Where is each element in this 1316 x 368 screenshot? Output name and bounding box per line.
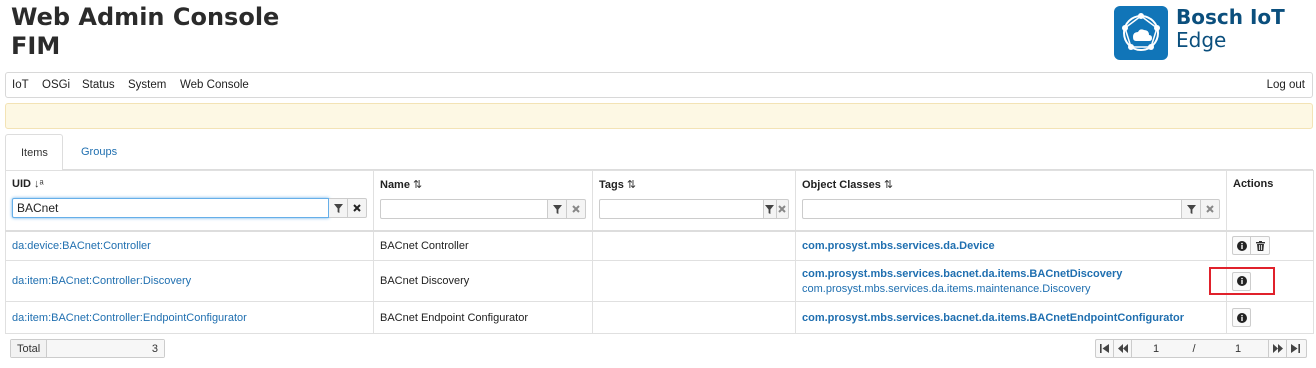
top-navbar: IoT OSGi Status System Web Console Log o… — [5, 72, 1313, 98]
next-page-icon[interactable] — [1268, 340, 1286, 357]
item-name: BACnet Discovery — [380, 275, 470, 287]
clear-icon[interactable] — [776, 199, 789, 219]
tab-bar: Items Groups — [5, 134, 1313, 171]
tab-items[interactable]: Items — [5, 134, 63, 171]
column-label-name[interactable]: Name — [380, 179, 410, 191]
item-name: BACnet Endpoint Configurator — [380, 311, 528, 324]
first-page-icon[interactable] — [1096, 340, 1114, 357]
nav-item-system[interactable]: System — [128, 79, 166, 91]
total-label: Total — [11, 340, 47, 357]
column-header-tags: Tags ⇅ — [592, 170, 796, 232]
nav-item-web-console[interactable]: Web Console — [180, 79, 249, 91]
sort-icon[interactable]: ⇅ — [884, 179, 893, 191]
info-icon[interactable] — [1232, 271, 1251, 291]
filter-icon[interactable] — [548, 199, 567, 219]
tab-groups[interactable]: Groups — [66, 134, 132, 170]
object-class-secondary[interactable]: com.prosyst.mbs.services.da.items.mainte… — [802, 283, 1220, 295]
nav-item-status[interactable]: Status — [82, 79, 115, 91]
column-label-tags[interactable]: Tags — [599, 179, 624, 191]
logo-icon — [1114, 6, 1168, 60]
page-subtitle: FIM — [11, 32, 61, 60]
bosch-logo: Bosch IoT Edge — [1114, 6, 1304, 62]
table-row: da:item:BACnet:Controller:Discovery BACn… — [5, 260, 1314, 302]
column-header-object-classes: Object Classes ⇅ — [795, 170, 1227, 232]
page-title: Web Admin Console — [11, 3, 280, 31]
column-label-actions: Actions — [1233, 178, 1274, 190]
object-class[interactable]: com.prosyst.mbs.services.bacnet.da.items… — [802, 312, 1220, 324]
sort-icon[interactable]: ⇅ — [413, 179, 422, 191]
clear-icon[interactable] — [1201, 199, 1220, 219]
nav-item-iot[interactable]: IoT — [12, 79, 29, 91]
column-label-object-classes[interactable]: Object Classes — [802, 179, 881, 191]
tags-filter — [599, 199, 789, 219]
column-header-actions: Actions — [1226, 170, 1314, 232]
column-header-uid: UID ↓ᵃ — [5, 170, 374, 232]
table-row: da:device:BACnet:Controller BACnet Contr… — [5, 230, 1314, 261]
nav-item-osgi[interactable]: OSGi — [42, 79, 70, 91]
logout-link[interactable]: Log out — [1267, 79, 1305, 91]
item-name: BACnet Controller — [380, 239, 469, 252]
uid-link[interactable]: da:item:BACnet:Controller:Discovery — [12, 275, 191, 287]
total-count: Total 3 — [10, 339, 165, 358]
uid-filter — [12, 198, 367, 218]
sort-icon[interactable]: ⇅ — [627, 179, 636, 191]
object-class[interactable]: com.prosyst.mbs.services.da.Device — [802, 240, 1220, 252]
object-classes-filter-input[interactable] — [802, 199, 1182, 219]
logo-line1: Bosch IoT — [1176, 5, 1285, 29]
last-page-icon[interactable] — [1286, 340, 1304, 357]
logo-line2: Edge — [1176, 28, 1227, 52]
uid-link[interactable]: da:device:BACnet:Controller — [12, 240, 151, 252]
table-row: da:item:BACnet:Controller:EndpointConfig… — [5, 301, 1314, 334]
sort-asc-icon[interactable]: ↓ᵃ — [34, 178, 44, 190]
name-filter-input[interactable] — [380, 199, 548, 219]
uid-link[interactable]: da:item:BACnet:Controller:EndpointConfig… — [12, 312, 247, 324]
page-input[interactable]: 1 — [1132, 340, 1180, 357]
object-class[interactable]: com.prosyst.mbs.services.bacnet.da.items… — [802, 268, 1220, 280]
total-value: 3 — [47, 340, 164, 357]
alert-bar — [5, 103, 1313, 129]
items-table: UID↓ᵃ Name⇅ — [5, 170, 1314, 334]
info-icon[interactable] — [1232, 236, 1251, 256]
clear-icon[interactable] — [348, 198, 367, 218]
clear-icon[interactable] — [567, 199, 586, 219]
page-separator: / — [1192, 343, 1196, 355]
prev-page-icon[interactable] — [1114, 340, 1132, 357]
page-header: Web Admin Console FIM — [11, 3, 279, 61]
filter-icon[interactable] — [764, 199, 777, 219]
page-total: 1 — [1234, 343, 1242, 355]
trash-icon[interactable] — [1251, 236, 1270, 256]
tags-filter-input[interactable] — [599, 199, 764, 219]
uid-filter-input[interactable] — [12, 198, 329, 218]
pagination: 1 / 1 — [1095, 339, 1307, 358]
object-classes-filter — [802, 199, 1220, 219]
filter-icon[interactable] — [1182, 199, 1201, 219]
column-label-uid[interactable]: UID — [12, 178, 31, 190]
info-icon[interactable] — [1232, 308, 1251, 327]
filter-icon[interactable] — [329, 198, 348, 218]
name-filter — [380, 199, 586, 219]
column-header-name: Name ⇅ — [373, 170, 593, 232]
